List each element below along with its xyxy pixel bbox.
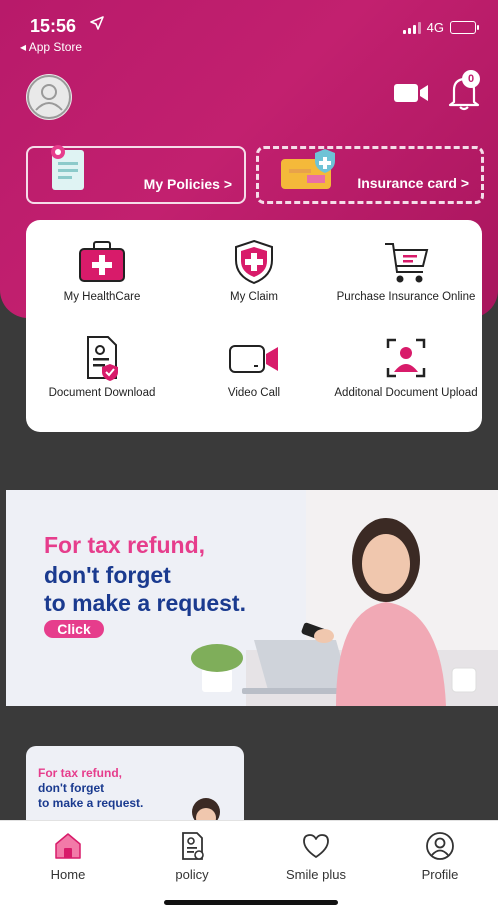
shield-cross-icon <box>235 239 273 285</box>
insurance-card-icon <box>275 145 345 200</box>
tax-refund-banner[interactable]: For tax refund, don't forget to make a r… <box>6 490 498 706</box>
home-indicator[interactable] <box>164 900 338 905</box>
network-type: 4G <box>426 20 444 35</box>
shopping-cart-icon <box>385 243 429 283</box>
bottom-tab-bar: Home policy Smile plus Profile <box>0 820 498 912</box>
tab-label: Profile <box>421 867 459 882</box>
menu-item-purchase-insurance[interactable]: Purchase Insurance Online <box>330 238 482 305</box>
signal-icon <box>402 21 421 34</box>
services-menu: My HealthCare My Claim Purchase Insuranc… <box>26 220 482 432</box>
app-screen: 15:56 ◂ App Store 4G 0 My Policies > Ins… <box>0 0 498 912</box>
banner-line-1: For tax refund, <box>44 532 206 558</box>
menu-item-additional-document-upload[interactable]: Additonal Document Upload <box>330 334 482 401</box>
menu-label: Additonal Document Upload <box>334 387 478 399</box>
menu-item-my-healthcare[interactable]: My HealthCare <box>26 238 178 305</box>
my-policies-card[interactable]: My Policies > <box>26 144 246 204</box>
menu-item-my-claim[interactable]: My Claim <box>178 238 330 305</box>
face-scan-icon <box>386 338 426 378</box>
insurance-card-button[interactable]: Insurance card > <box>256 146 484 204</box>
banner-click-button[interactable]: Click <box>44 620 104 638</box>
banner-line-3: to make a request. <box>44 590 246 616</box>
video-camera-icon <box>229 345 278 373</box>
notification-badge: 0 <box>462 70 480 88</box>
video-call-icon[interactable] <box>392 80 432 106</box>
document-icon <box>87 336 118 381</box>
medical-bag-icon <box>79 241 125 282</box>
menu-label: Purchase Insurance Online <box>336 291 476 303</box>
notification-bell-icon[interactable]: 0 <box>444 70 484 112</box>
menu-item-video-call[interactable]: Video Call <box>178 334 330 401</box>
status-indicators: 4G <box>402 20 479 35</box>
status-time: 15:56 <box>30 16 77 36</box>
home-icon <box>55 833 81 859</box>
card-line-1: For tax refund, <box>38 766 123 780</box>
banner-line-2: don't forget <box>44 562 171 588</box>
policy-document-icon <box>182 832 204 860</box>
my-policies-label: My Policies > <box>143 176 232 192</box>
menu-label: Document Download <box>48 387 156 399</box>
tab-label: Smile plus <box>286 867 346 882</box>
card-line-3: to make a request. <box>38 796 144 810</box>
menu-label: Video Call <box>227 387 281 399</box>
menu-item-document-download[interactable]: Document Download <box>26 334 178 401</box>
tab-policy[interactable]: policy <box>130 831 254 882</box>
insurance-card-label: Insurance card > <box>357 175 469 191</box>
tab-home[interactable]: Home <box>6 831 130 882</box>
heart-icon <box>303 834 329 858</box>
menu-label: My HealthCare <box>63 291 141 303</box>
back-to-app-store-link[interactable]: ◂ App Store <box>20 40 82 54</box>
tab-label: Home <box>50 867 86 882</box>
battery-icon <box>450 21 479 34</box>
avatar[interactable] <box>26 74 72 120</box>
tab-profile[interactable]: Profile <box>378 831 498 882</box>
menu-label: My Claim <box>230 291 278 303</box>
tab-smile-plus[interactable]: Smile plus <box>254 831 378 882</box>
location-arrow-icon <box>90 16 104 35</box>
profile-icon <box>426 832 454 860</box>
tab-label: policy <box>175 867 209 882</box>
policy-document-icon <box>44 144 100 199</box>
card-line-2: don't forget <box>38 781 105 795</box>
